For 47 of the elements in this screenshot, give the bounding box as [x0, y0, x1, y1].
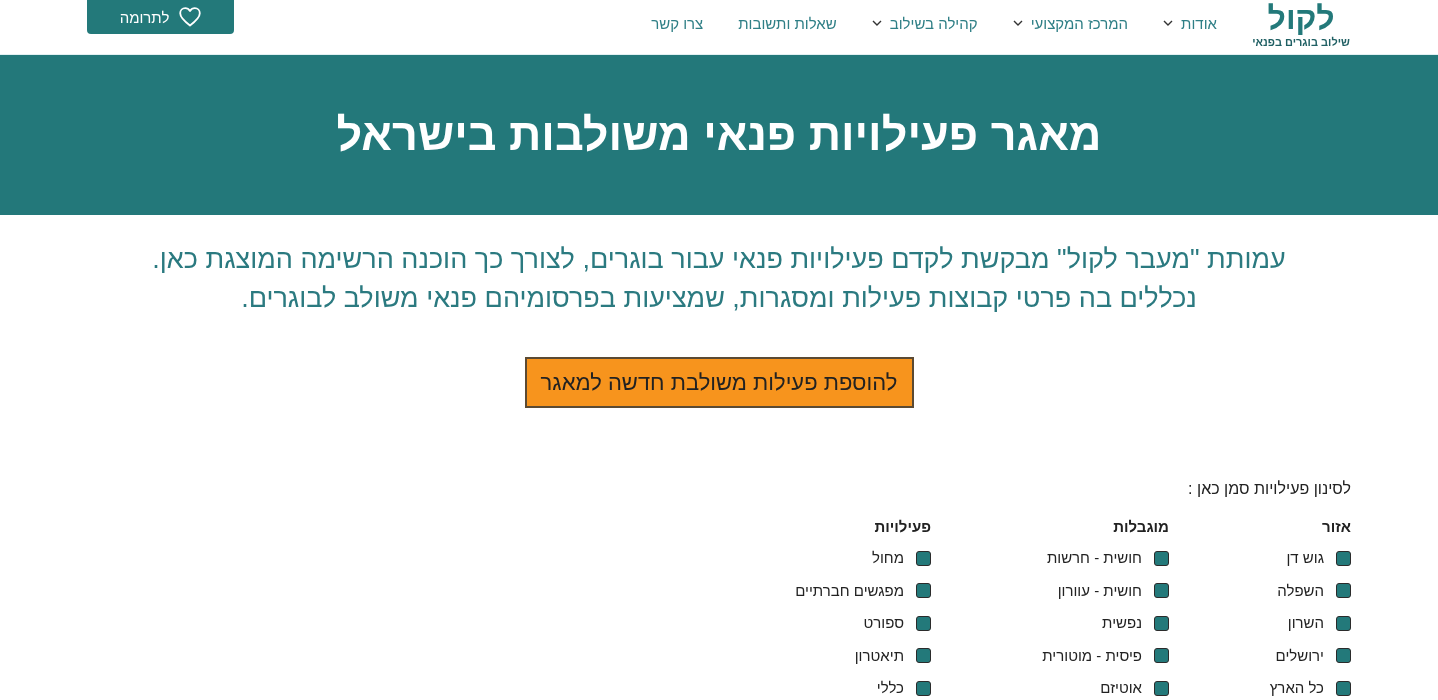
logo-wordmark[interactable]: לקול — [1267, 0, 1335, 37]
checkbox[interactable] — [916, 550, 931, 566]
intro-text: נכללים בה פרטי קבוצות פעילות ומסגרות, שמציעות בפרסומיהם פנאי משולב לבוגרים. — [241, 282, 1197, 315]
checkbox[interactable] — [1154, 680, 1169, 696]
checkbox[interactable] — [1336, 615, 1351, 631]
checkbox[interactable] — [1336, 648, 1351, 664]
checkbox[interactable] — [1336, 583, 1351, 599]
checkbox[interactable] — [1154, 648, 1169, 664]
logo-tagline: שילוב בוגרים בפנאי — [1252, 36, 1350, 49]
filter-option-label[interactable]: ירושלים — [1275, 646, 1324, 665]
filter-option-label[interactable]: ספורט — [863, 614, 904, 633]
filter-option-label[interactable]: השפלה — [1277, 581, 1324, 600]
donate-button[interactable]: לתרומה — [87, 0, 234, 34]
checkbox[interactable] — [916, 615, 931, 631]
filter-option-label[interactable]: כללי — [876, 679, 904, 698]
nav-link[interactable]: אודות — [1163, 14, 1217, 32]
checkbox[interactable] — [1154, 550, 1169, 566]
filter-option-label[interactable]: מחול — [871, 549, 904, 568]
checkbox[interactable] — [916, 648, 931, 664]
nav-link[interactable]: שאלות ותשובות — [738, 14, 837, 32]
filter-group-title: פעילויות — [874, 517, 931, 537]
filter-option-label[interactable]: גוש דן — [1286, 549, 1324, 568]
filter-option-label[interactable]: נפשית — [1102, 614, 1142, 633]
checkbox[interactable] — [1154, 583, 1169, 599]
checkbox[interactable] — [916, 583, 931, 599]
checkbox[interactable] — [1336, 680, 1351, 696]
checkbox[interactable] — [916, 680, 931, 696]
filter-option-label[interactable]: חושית - עוורון — [1057, 581, 1142, 600]
checkbox[interactable] — [1336, 550, 1351, 566]
add-activity-button[interactable]: להוספת פעילות משולבת חדשה למאגר — [524, 357, 914, 408]
filter-option-label[interactable]: מפגשים חברתיים — [795, 581, 904, 600]
heart-icon — [179, 7, 202, 27]
filter-option-label[interactable]: פיסית - מוטורית — [1042, 646, 1142, 665]
page-title: מאגר פעילויות פנאי משולבות בישראל — [336, 109, 1102, 161]
filter-option-label[interactable]: כל הארץ — [1269, 679, 1324, 698]
filter-option-label[interactable]: חושית - חרשות — [1046, 549, 1142, 568]
filter-option-label[interactable]: השרון — [1287, 614, 1324, 633]
filter-group-title: אזור — [1322, 517, 1351, 537]
nav-link[interactable]: קהילה בשילוב — [871, 14, 978, 32]
intro-text: עמותת "מעבר לקול" מבקשת לקדם פעילויות פנאי עבור בוגרים, לצורך כך הוכנה הרשימה המוצגת כאן. — [152, 243, 1286, 276]
checkbox[interactable] — [1154, 615, 1169, 631]
filter-instructions: לסינון פעילויות סמן כאן : — [1188, 479, 1351, 499]
filter-option-label[interactable]: אוטיזם — [1100, 679, 1142, 698]
filter-group-title: מוגבלות — [1113, 517, 1169, 537]
filter-option-label[interactable]: תיאטרון — [854, 646, 904, 665]
nav-link[interactable]: המרכז המקצועי — [1012, 14, 1129, 32]
nav-link[interactable]: צרו קשר — [651, 14, 704, 32]
